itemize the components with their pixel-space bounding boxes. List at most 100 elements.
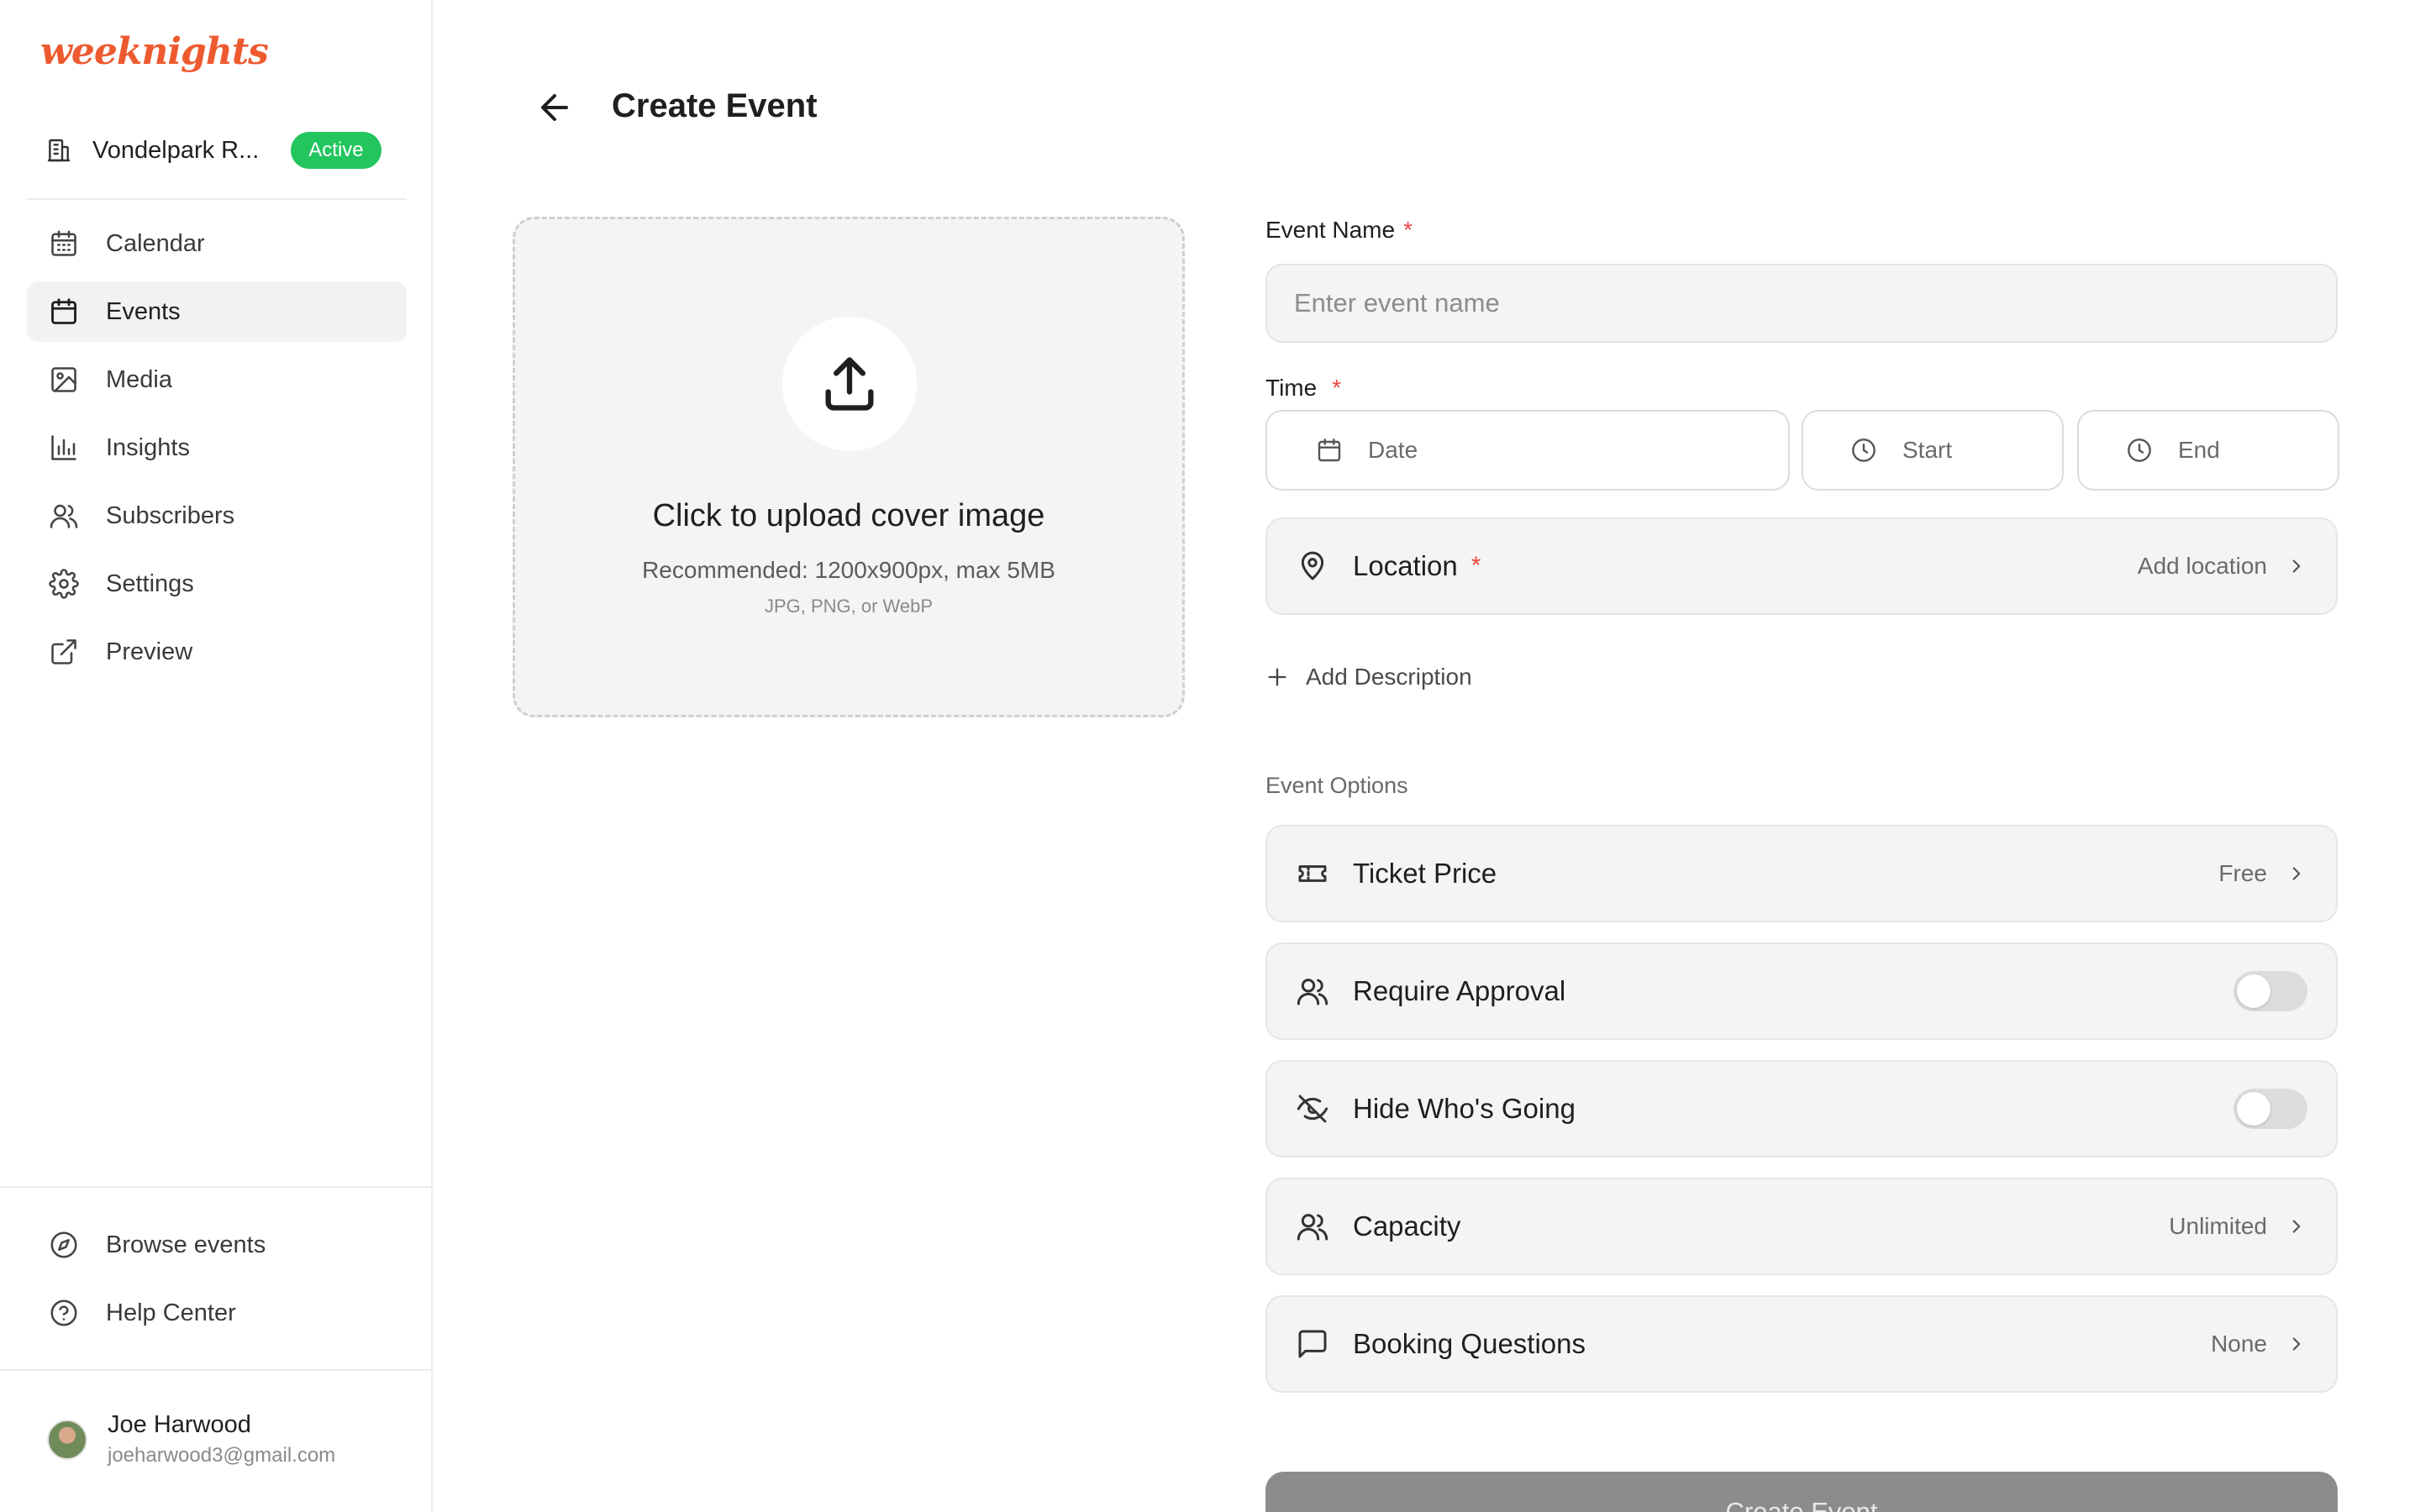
gear-icon (49, 569, 79, 599)
users-icon (1297, 979, 1328, 1005)
sidebar-item-media[interactable]: Media (27, 349, 407, 410)
sidebar-item-label: Help Center (106, 1299, 236, 1326)
sidebar-footer-nav: Browse events Help Center (27, 1215, 407, 1351)
upload-icon (825, 357, 874, 411)
hide-whos-going-row: Hide Who's Going (1265, 1060, 2338, 1158)
booking-questions-row[interactable]: Booking Questions None (1265, 1295, 2338, 1393)
sidebar-divider (27, 198, 407, 200)
cover-image-upload[interactable]: Click to upload cover image Recommended:… (513, 217, 1185, 717)
chevron-right-icon (2292, 559, 2301, 573)
sidebar-item-browse-events[interactable]: Browse events (27, 1215, 407, 1275)
toggle-knob (2237, 1092, 2270, 1126)
require-approval-label: Require Approval (1353, 975, 1566, 1006)
clock-icon (2128, 438, 2151, 462)
sidebar-item-label: Subscribers (106, 501, 235, 529)
sidebar-item-events[interactable]: Events (27, 281, 407, 342)
upload-icon-circle (782, 317, 917, 451)
image-icon (51, 367, 76, 392)
booking-questions-value-group: None (2211, 1331, 2307, 1357)
start-placeholder: Start (1902, 437, 1953, 463)
external-link-icon (51, 639, 76, 664)
sidebar-item-label: Media (106, 365, 172, 393)
require-approval-toggle[interactable] (2233, 971, 2307, 1011)
event-options-title: Event Options (1265, 773, 1408, 798)
location-value-group: Add location (2138, 553, 2307, 580)
add-description-label: Add Description (1306, 664, 1472, 690)
hide-whos-going-toggle[interactable] (2233, 1089, 2307, 1129)
event-name-label-text: Event Name (1265, 217, 1396, 243)
chevron-right-icon (2292, 1220, 2301, 1233)
required-marker: * (1470, 552, 1481, 580)
sidebar-nav: Calendar Events Media Insights Subscribe… (27, 213, 407, 690)
calendar-icon (1318, 438, 1341, 462)
compass-icon (50, 1231, 77, 1258)
sidebar-item-insights[interactable]: Insights (27, 417, 407, 478)
users-icon (1297, 1214, 1328, 1241)
sidebar-divider (0, 1369, 433, 1371)
end-time-field[interactable]: End (2077, 410, 2339, 491)
required-marker: * (1332, 375, 1342, 401)
event-name-label: Event Name * (1265, 217, 1413, 244)
app-logo[interactable]: weeknights (40, 30, 269, 73)
page-title: Create Event (612, 87, 818, 124)
ticket-icon (1298, 865, 1327, 882)
sidebar-item-label: Events (106, 297, 181, 325)
calendar-event-icon (51, 298, 76, 324)
booking-questions-label: Booking Questions (1353, 1328, 1586, 1359)
help-circle-icon (50, 1299, 77, 1326)
user-name: Joe Harwood (108, 1411, 251, 1438)
upload-title: Click to upload cover image (652, 498, 1045, 533)
message-square-icon (1298, 1330, 1327, 1358)
users-icon (50, 504, 78, 528)
user-email: joeharwood3@gmail.com (108, 1444, 336, 1467)
avatar (47, 1419, 87, 1460)
location-label: Location (1353, 550, 1458, 581)
toggle-knob (2237, 974, 2270, 1008)
add-description-button[interactable]: Add Description (1265, 664, 1472, 690)
date-field[interactable]: Date (1265, 410, 1790, 491)
sidebar-item-preview[interactable]: Preview (27, 622, 407, 682)
workspace-selector[interactable]: Vondelpark R... Active (27, 123, 407, 178)
chevron-right-icon (2292, 867, 2301, 880)
booking-questions-value: None (2211, 1331, 2267, 1357)
capacity-row[interactable]: Capacity Unlimited (1265, 1178, 2338, 1275)
ticket-price-value: Free (2218, 860, 2267, 886)
sidebar-item-label: Settings (106, 570, 194, 597)
clock-icon (1852, 438, 1876, 462)
capacity-value-group: Unlimited (2169, 1213, 2307, 1240)
map-pin-icon (1301, 551, 1324, 580)
required-marker: * (1403, 217, 1413, 243)
status-badge: Active (291, 132, 381, 169)
require-approval-row: Require Approval (1265, 942, 2338, 1040)
sidebar-item-calendar[interactable]: Calendar (27, 213, 407, 274)
location-value: Add location (2137, 553, 2267, 579)
calendar-icon (51, 230, 76, 256)
location-row[interactable]: Location * Add location (1265, 517, 2338, 615)
plus-icon (1268, 668, 1286, 686)
date-placeholder: Date (1368, 437, 1418, 463)
bar-chart-icon (51, 435, 76, 460)
capacity-value: Unlimited (2169, 1213, 2267, 1239)
sidebar-item-label: Preview (106, 638, 193, 665)
ticket-price-label: Ticket Price (1353, 858, 1497, 889)
sidebar: weeknights Vondelpark R... Active Calend… (0, 0, 433, 1512)
sidebar-item-label: Calendar (106, 229, 205, 257)
upload-formats: JPG, PNG, or WebP (764, 596, 934, 617)
sidebar-item-label: Browse events (106, 1231, 266, 1258)
create-event-button[interactable]: Create Event (1265, 1472, 2338, 1512)
sidebar-item-subscribers[interactable]: Subscribers (27, 486, 407, 546)
event-name-input[interactable] (1265, 264, 2338, 343)
upload-recommendation: Recommended: 1200x900px, max 5MB (642, 557, 1055, 583)
ticket-price-value-group: Free (2218, 860, 2307, 887)
building-icon (47, 139, 71, 162)
sidebar-item-help-center[interactable]: Help Center (27, 1283, 407, 1343)
time-label: Time * (1265, 375, 1341, 402)
start-time-field[interactable]: Start (1802, 410, 2064, 491)
sidebar-item-settings[interactable]: Settings (27, 554, 407, 614)
ticket-price-row[interactable]: Ticket Price Free (1265, 825, 2338, 922)
eye-off-icon (1297, 1095, 1328, 1123)
back-arrow-icon[interactable] (534, 87, 575, 128)
time-label-text: Time (1265, 375, 1318, 401)
user-profile[interactable]: Joe Harwood joeharwood3@gmail.com (47, 1411, 335, 1467)
capacity-label: Capacity (1353, 1210, 1461, 1242)
